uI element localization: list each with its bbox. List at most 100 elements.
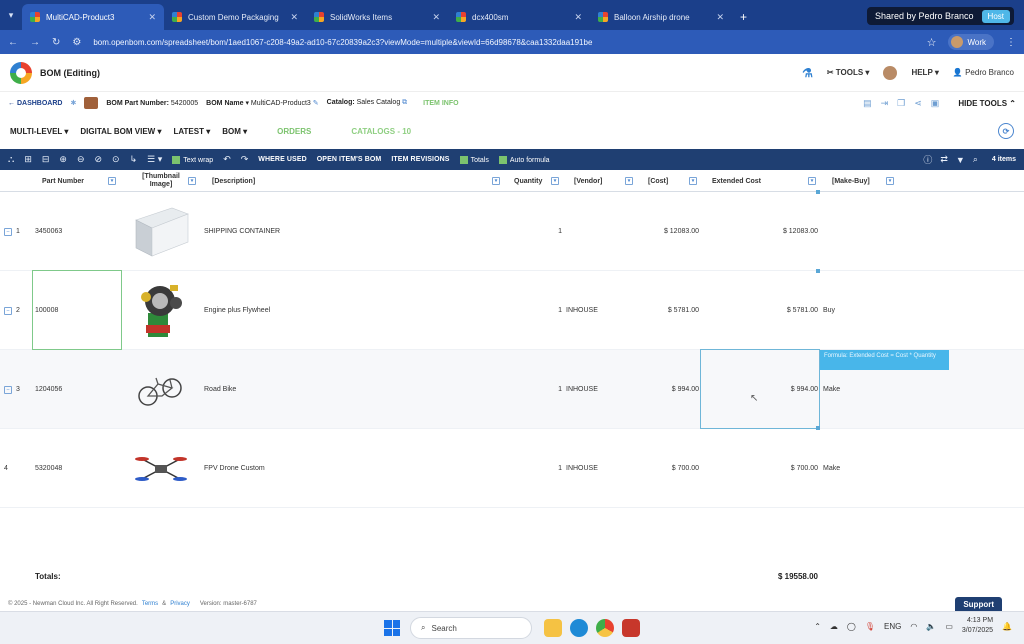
- wifi-icon[interactable]: ◠: [910, 622, 917, 631]
- site-info-icon[interactable]: ⚙: [72, 37, 81, 48]
- col-description[interactable]: [Description]: [212, 170, 312, 192]
- battery-icon[interactable]: ▭: [945, 622, 953, 631]
- volume-icon[interactable]: 🔈: [926, 622, 936, 631]
- totals-toggle[interactable]: Totals: [459, 155, 489, 164]
- close-tab-icon[interactable]: ✕: [148, 12, 156, 23]
- microphone-icon[interactable]: 🎙: [865, 622, 875, 631]
- column-filter-icon[interactable]: ▾: [108, 177, 116, 185]
- windows-start-icon[interactable]: [384, 620, 400, 636]
- bom-dropdown[interactable]: BOM ▾: [222, 127, 247, 136]
- taskbar-search[interactable]: ⌕ Search: [410, 617, 532, 639]
- table-row[interactable]: –1 3450063 SHIPPING CONTAINER 1 $ 12083.…: [0, 192, 1024, 271]
- app-icon[interactable]: [622, 619, 640, 637]
- row-number[interactable]: –2: [4, 271, 30, 350]
- back-arrow-icon[interactable]: ←: [8, 37, 18, 48]
- cell-quantity[interactable]: 1: [540, 429, 562, 508]
- close-tab-icon[interactable]: ✕: [290, 12, 298, 23]
- close-tab-icon[interactable]: ✕: [716, 12, 724, 23]
- cell-quantity[interactable]: 1: [540, 350, 562, 429]
- chrome-browser-icon[interactable]: [596, 619, 614, 637]
- cell-extended-cost[interactable]: $ 5781.00: [700, 271, 818, 350]
- browser-tab-solidworks[interactable]: SolidWorks Items ✕: [306, 4, 448, 30]
- item-info-link[interactable]: ITEM INFO: [423, 100, 458, 107]
- file-explorer-icon[interactable]: [544, 619, 562, 637]
- cell-description[interactable]: Engine plus Flywheel: [204, 271, 484, 350]
- browser-tab-dcx400sm[interactable]: dcx400sm ✕: [448, 4, 590, 30]
- url-field[interactable]: bom.openbom.com/spreadsheet/bom/1aed1067…: [93, 38, 914, 47]
- cell-cost[interactable]: $ 700.00: [640, 429, 699, 508]
- indent-icon[interactable]: ⊘: [95, 154, 103, 165]
- where-used-button[interactable]: WHERE USED: [258, 156, 306, 163]
- forward-arrow-icon[interactable]: →: [30, 37, 40, 48]
- thumbnail-road-bike[interactable]: [130, 356, 192, 422]
- col-part-number-filter[interactable]: ▾: [108, 170, 118, 192]
- cell-extended-cost[interactable]: $ 12083.00: [700, 192, 818, 271]
- row-number[interactable]: 4: [4, 429, 30, 508]
- move-down-icon[interactable]: ⊖: [77, 154, 85, 165]
- cell-vendor[interactable]: INHOUSE: [566, 350, 636, 429]
- latest-dropdown[interactable]: LATEST ▾: [173, 127, 210, 136]
- search-icon[interactable]: ⌕: [973, 154, 978, 165]
- col-quantity[interactable]: Quantity: [514, 170, 550, 192]
- multi-level-dropdown[interactable]: MULTI-LEVEL ▾: [10, 127, 68, 136]
- sync-icon[interactable]: ⟳: [998, 123, 1014, 139]
- swap-icon[interactable]: ⇄: [940, 154, 948, 165]
- cell-part-number[interactable]: 1204056: [35, 350, 115, 429]
- export-icon[interactable]: ⇥: [881, 98, 889, 109]
- help-menu[interactable]: HELP ▾: [911, 68, 938, 77]
- col-thumbnail-filter[interactable]: ▾: [188, 170, 198, 192]
- table-row[interactable]: 4 5320048 FPV Drone Custom 1 INHOUSE $ 7…: [0, 429, 1024, 508]
- digital-bom-view-dropdown[interactable]: DIGITAL BOM VIEW ▾: [80, 127, 161, 136]
- browser-tab-custom-demo[interactable]: Custom Demo Packaging ✕: [164, 4, 306, 30]
- outdent-icon[interactable]: ⊙: [112, 154, 120, 165]
- cell-make-buy[interactable]: Buy: [823, 271, 893, 350]
- cell-cost[interactable]: $ 5781.00: [640, 271, 699, 350]
- column-filter-icon[interactable]: ▾: [689, 177, 697, 185]
- openbom-logo[interactable]: [10, 61, 32, 84]
- cell-description[interactable]: Road Bike: [204, 350, 484, 429]
- col-quantity-filter[interactable]: ▾: [551, 170, 561, 192]
- filter-icon[interactable]: ▼: [956, 155, 965, 165]
- tab-list-chevron-icon[interactable]: ▾: [0, 0, 22, 30]
- edit-pencil-icon[interactable]: ✎: [313, 100, 319, 107]
- col-thumbnail[interactable]: [Thumbnail Image]: [140, 170, 182, 192]
- copy-icon[interactable]: ❐: [897, 98, 905, 109]
- cell-make-buy[interactable]: [823, 192, 893, 271]
- col-extended-cost-filter[interactable]: ▾: [808, 170, 818, 192]
- text-wrap-checkbox[interactable]: [172, 155, 181, 164]
- open-items-bom-button[interactable]: OPEN ITEM'S BOM: [317, 156, 382, 163]
- support-button[interactable]: Support: [955, 597, 1002, 612]
- cell-make-buy[interactable]: Make: [823, 429, 893, 508]
- column-filter-icon[interactable]: ▾: [551, 177, 559, 185]
- col-extended-cost[interactable]: Extended Cost: [712, 170, 782, 192]
- item-revisions-button[interactable]: ITEM REVISIONS: [391, 156, 449, 163]
- redo-icon[interactable]: ↷: [241, 154, 249, 165]
- return-icon[interactable]: ↳: [130, 154, 138, 165]
- hide-tools-button[interactable]: HIDE TOOLS ⌃: [958, 99, 1016, 108]
- col-vendor[interactable]: [Vendor]: [574, 170, 614, 192]
- close-tab-icon[interactable]: ✕: [574, 12, 582, 23]
- table-row[interactable]: –2 100008 Engine plus Flywheel 1 INHOUSE…: [0, 271, 1024, 350]
- thumbnail-fpv-drone[interactable]: [130, 435, 192, 501]
- auto-formula-toggle[interactable]: Auto formula: [498, 155, 550, 164]
- align-menu-icon[interactable]: ☰ ▾: [147, 154, 162, 165]
- expand-row-icon[interactable]: –: [4, 227, 12, 236]
- row-number[interactable]: –3: [4, 350, 30, 429]
- col-part-number[interactable]: Part Number: [42, 170, 112, 192]
- privacy-link[interactable]: Privacy: [170, 601, 190, 607]
- close-tab-icon[interactable]: ✕: [432, 12, 440, 23]
- open-link-icon[interactable]: ⧉: [402, 99, 407, 106]
- browser-tab-balloon[interactable]: Balloon Airship drone ✕: [590, 4, 732, 30]
- col-make-buy[interactable]: [Make-Buy]: [832, 170, 882, 192]
- col-cost-filter[interactable]: ▾: [689, 170, 699, 192]
- language-indicator[interactable]: ENG: [884, 622, 901, 631]
- share-icon[interactable]: ⋖: [914, 98, 922, 109]
- user-avatar[interactable]: [883, 65, 898, 80]
- expand-row-icon[interactable]: –: [4, 306, 12, 315]
- dashboard-link[interactable]: ← DASHBOARD: [8, 100, 62, 107]
- bom-name[interactable]: BOM Name ▾ MultiCAD-Product3 ✎: [206, 99, 319, 107]
- profile-button[interactable]: Work: [948, 34, 994, 50]
- cell-vendor[interactable]: [566, 192, 636, 271]
- cell-part-number[interactable]: 3450063: [35, 192, 115, 271]
- new-tab-plus-icon[interactable]: +: [732, 10, 755, 30]
